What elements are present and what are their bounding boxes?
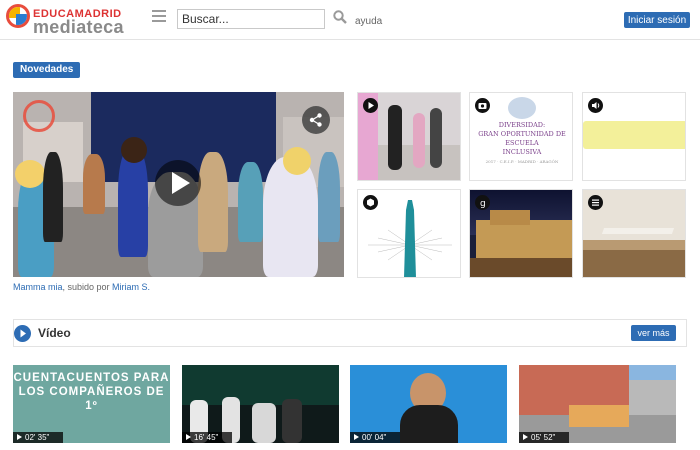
view-more-button[interactable]: ver más xyxy=(631,325,676,341)
educamadrid-logo-icon[interactable] xyxy=(6,4,30,28)
novedades-thumb-audio[interactable] xyxy=(582,92,686,181)
video-2-duration: 16' 45" xyxy=(182,432,233,443)
cube-type-icon xyxy=(363,195,378,210)
video-item-3[interactable]: 00' 04" xyxy=(350,365,507,443)
author-link[interactable]: Miriam S. xyxy=(112,282,150,292)
play-button[interactable] xyxy=(155,160,201,206)
video-type-icon xyxy=(363,98,378,113)
svg-text:g: g xyxy=(480,199,486,209)
novedades-thumb-classroom[interactable] xyxy=(582,189,686,278)
geogebra-type-icon: g xyxy=(475,195,490,210)
audio-type-icon xyxy=(588,98,603,113)
video-section-title: Vídeo xyxy=(38,326,71,340)
logo-site-text[interactable]: mediateca xyxy=(33,17,124,38)
video-section-icon xyxy=(14,325,31,342)
login-button[interactable]: Iniciar sesión xyxy=(624,12,690,28)
poster-line-1: DIVERSIDAD: xyxy=(498,121,546,129)
novedades-thumb-palace[interactable]: g xyxy=(469,189,573,278)
video-1-title-text: CUENTACUENTOS PARA LOS COMPAÑEROS DE 1º xyxy=(13,372,170,412)
featured-video-player[interactable] xyxy=(13,92,344,277)
hamburger-menu-icon[interactable] xyxy=(152,10,166,22)
search-icon[interactable] xyxy=(333,10,347,24)
list-type-icon xyxy=(588,195,603,210)
novedades-thumb-3d[interactable] xyxy=(357,189,461,278)
novedades-thumb-image[interactable]: DIVERSIDAD: GRAN OPORTUNIDAD DE ESCUELA … xyxy=(469,92,573,181)
novedades-badge: Novedades xyxy=(13,62,81,78)
featured-caption: Mamma mia, subido por Miriam S. xyxy=(13,282,150,292)
video-3-duration: 00' 04" xyxy=(350,432,401,443)
help-link[interactable]: ayuda xyxy=(355,16,382,27)
novedades-thumb-video[interactable] xyxy=(357,92,461,181)
video-item-2[interactable]: 16' 45" xyxy=(182,365,339,443)
share-icon xyxy=(309,113,322,127)
poster-line-4: 2017 · C.E.I.P. · MADRID · ARAGÓN xyxy=(485,159,559,164)
video-item-4[interactable]: 05' 52" xyxy=(519,365,676,443)
camera-type-icon xyxy=(475,98,490,113)
uploaded-by-text: , subido por xyxy=(62,282,113,292)
top-header: EDUCAMADRID mediateca ayuda Iniciar sesi… xyxy=(0,0,700,40)
video-1-duration: 02' 35" xyxy=(13,432,64,443)
video-4-duration: 05' 52" xyxy=(519,432,570,443)
share-button[interactable] xyxy=(302,106,330,134)
video-item-1[interactable]: CUENTACUENTOS PARA LOS COMPAÑEROS DE 1º … xyxy=(13,365,170,443)
video-section-header: Vídeo ver más xyxy=(13,319,687,347)
poster-line-3: INCLUSIVA xyxy=(502,148,542,156)
play-icon xyxy=(172,172,190,194)
poster-line-2: GRAN OPORTUNIDAD DE ESCUELA xyxy=(478,130,566,147)
featured-title-link[interactable]: Mamma mia xyxy=(13,282,63,292)
search-input[interactable] xyxy=(177,9,325,29)
educamadrid-watermark-icon xyxy=(23,100,55,132)
